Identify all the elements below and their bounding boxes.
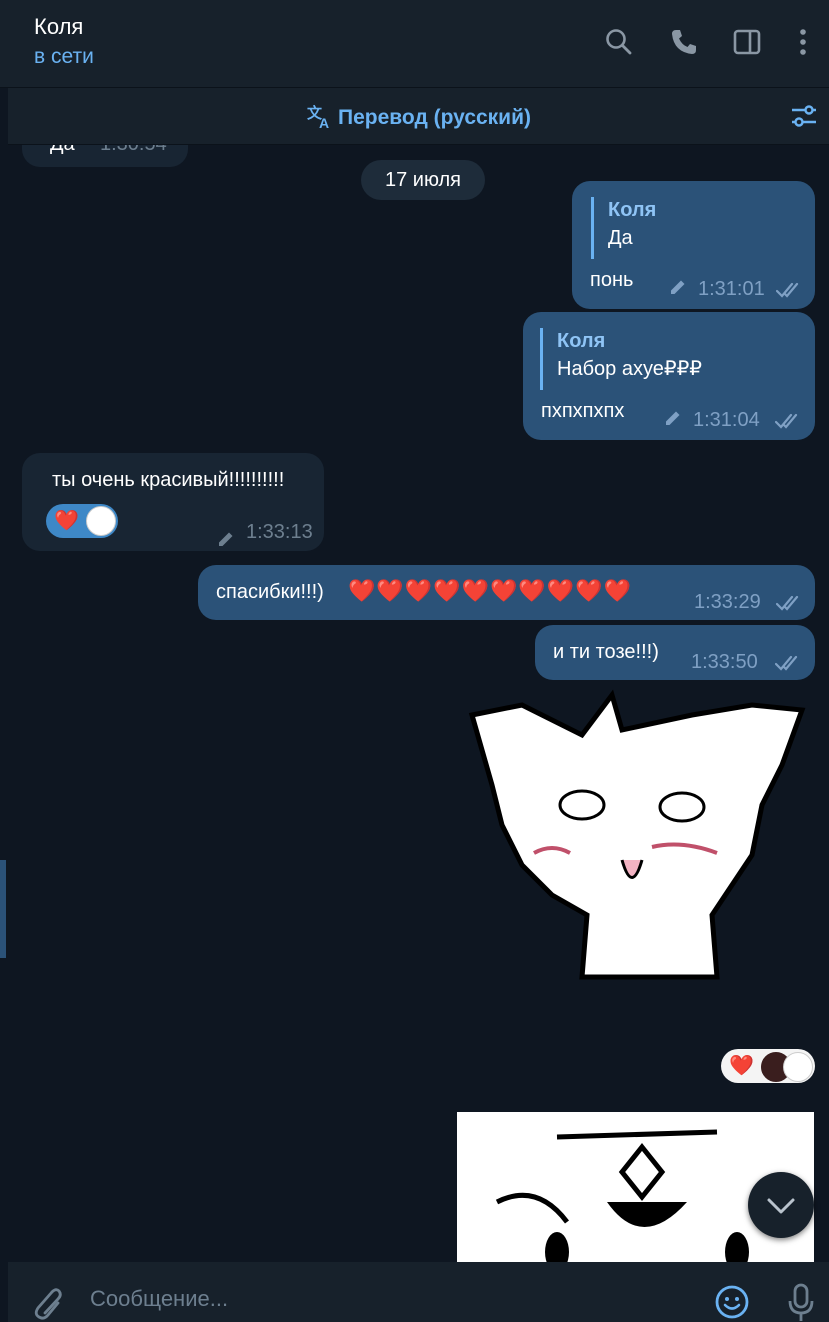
chevron-down-icon	[767, 1198, 795, 1214]
double-check-icon	[775, 413, 798, 429]
avatar	[86, 506, 116, 536]
message-input[interactable]: Сообщение...	[90, 1286, 228, 1312]
message-outgoing-4[interactable]: и ти тозе!!!) 1:33:50	[535, 625, 815, 680]
message-text: спасибки!!!)	[216, 581, 324, 603]
message-composer: Сообщение...	[8, 1262, 829, 1322]
reply-text: Да	[608, 227, 633, 249]
sticker-image[interactable]	[462, 685, 808, 980]
pencil-icon	[671, 280, 685, 294]
date-separator: 17 июля	[361, 160, 485, 200]
reply-quote[interactable]: Коля Набор ахуе₽₽₽	[540, 328, 702, 390]
heart-icon: ❤️	[729, 1055, 754, 1077]
heart-icon: ❤️	[54, 510, 79, 532]
message-time: 1:30:54	[100, 145, 167, 157]
message-time: 1:33:13	[246, 521, 313, 543]
message-outgoing-1[interactable]: Коля Да понь 1:31:01	[572, 181, 815, 309]
reply-author: Коля	[608, 199, 657, 221]
avatar	[783, 1052, 813, 1082]
translate-label-row[interactable]: 文 A Перевод (русский)	[8, 102, 829, 131]
translate-bar[interactable]: 文 A Перевод (русский)	[8, 88, 829, 145]
message-time: 1:31:04	[693, 409, 760, 431]
reply-text: Набор ахуе₽₽₽	[557, 358, 703, 380]
translate-label: Перевод (русский)	[337, 106, 531, 129]
message-incoming-1[interactable]: ты очень красивый!!!!!!!!!! ❤️ 1:33:13	[22, 453, 324, 551]
message-time: 1:33:29	[694, 591, 761, 613]
phone-icon[interactable]	[668, 26, 700, 58]
more-icon[interactable]	[787, 26, 819, 58]
hearts-emoji: ❤️❤️❤️❤️❤️❤️❤️❤️❤️❤️	[348, 578, 632, 603]
message-time: 1:31:01	[698, 278, 765, 300]
translate-icon: 文A	[306, 104, 338, 131]
sticker-reaction-badge[interactable]: ❤️	[721, 1049, 815, 1083]
message-outgoing-2[interactable]: Коля Набор ахуе₽₽₽ пхпхпхпх 1:31:04	[523, 312, 815, 440]
message-text: и ти тозе!!!)	[553, 641, 659, 663]
pencil-icon	[219, 532, 233, 546]
message-text: Да	[50, 145, 75, 157]
sidebar-icon[interactable]	[731, 26, 763, 58]
attach-icon[interactable]	[28, 1284, 62, 1320]
emoji-icon[interactable]	[714, 1284, 750, 1320]
svg-text:A: A	[319, 115, 329, 130]
pencil-icon	[666, 411, 680, 425]
double-check-icon	[776, 595, 799, 611]
chat-area[interactable]: Да 1:30:54 17 июля Коля Да понь 1:31:01 …	[0, 145, 829, 1262]
reply-quote[interactable]: Коля Да	[591, 197, 656, 259]
scroll-down-button[interactable]	[748, 1172, 814, 1238]
message-text: понь	[590, 269, 634, 291]
message-text: ты очень красивый!!!!!!!!!!	[52, 469, 285, 491]
filter-icon[interactable]	[789, 101, 819, 131]
reaction-badge[interactable]: ❤️	[46, 504, 118, 538]
double-check-icon	[775, 655, 798, 671]
contact-name[interactable]: Коля	[34, 14, 83, 40]
double-check-icon	[776, 282, 799, 298]
search-icon[interactable]	[603, 26, 635, 58]
message-text: пхпхпхпх	[541, 400, 625, 422]
mic-icon[interactable]	[786, 1282, 816, 1322]
message-time: 1:33:50	[691, 651, 758, 673]
reply-author: Коля	[557, 330, 606, 352]
scroll-indicator	[0, 860, 6, 958]
contact-status: в сети	[34, 45, 94, 68]
message-outgoing-3[interactable]: спасибки!!!) ❤️❤️❤️❤️❤️❤️❤️❤️❤️❤️ 1:33:2…	[198, 565, 815, 620]
message-partial-incoming[interactable]: Да 1:30:54	[22, 145, 188, 167]
chat-header: Коля в сети	[0, 0, 829, 88]
